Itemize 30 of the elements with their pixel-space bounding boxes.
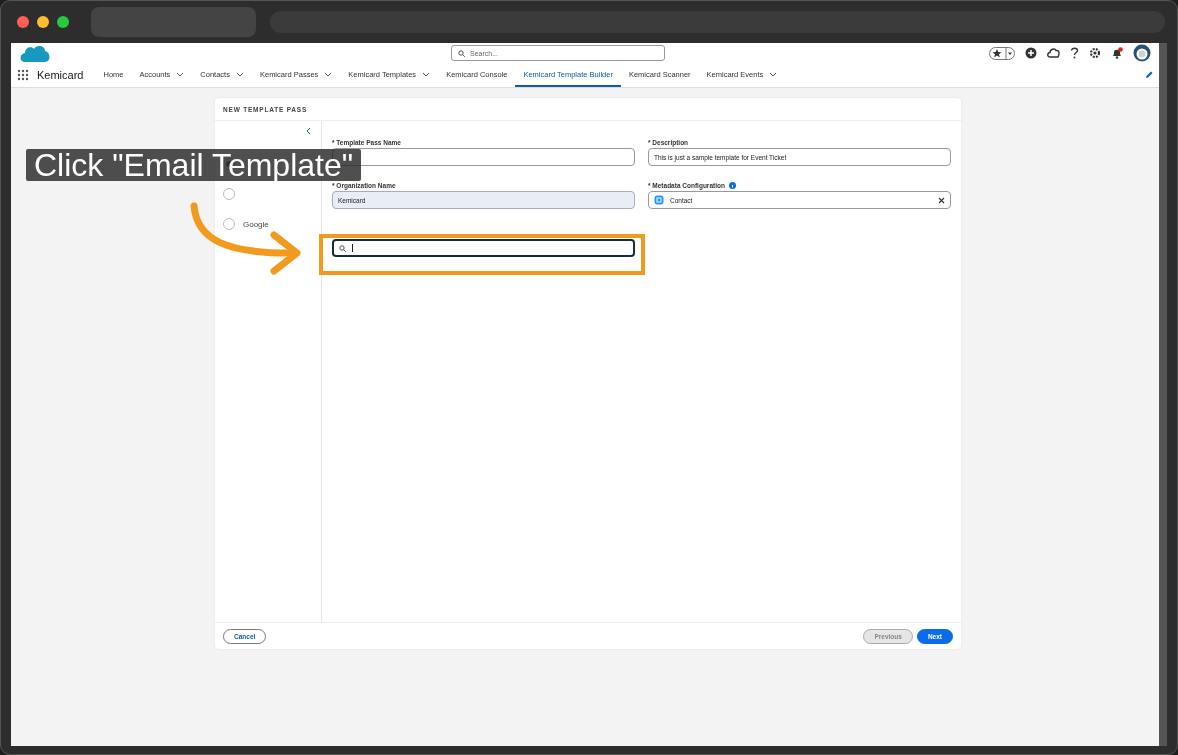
edit-icon[interactable] <box>1145 71 1153 79</box>
scrollbar[interactable] <box>1159 43 1167 746</box>
radio-button[interactable] <box>223 188 235 200</box>
zoom-button[interactable] <box>57 16 69 28</box>
app-launcher-icon[interactable] <box>17 69 29 81</box>
collapse-chevron-icon[interactable] <box>306 127 311 135</box>
cloud-icon[interactable] <box>1047 47 1060 59</box>
favorites-icon[interactable] <box>989 46 1015 60</box>
step-label[interactable]: Google <box>243 219 269 229</box>
avatar-icon[interactable] <box>1133 44 1151 62</box>
search-field[interactable] <box>332 239 635 257</box>
radio-button[interactable] <box>223 218 235 230</box>
clear-icon[interactable] <box>938 196 945 204</box>
search-icon <box>339 244 346 252</box>
record-icon <box>654 195 664 205</box>
chevron-down-icon[interactable] <box>769 71 778 77</box>
minimize-button[interactable] <box>37 16 49 28</box>
instruction-tooltip: Click "Email Template" <box>26 149 362 181</box>
help-icon[interactable] <box>1070 47 1079 59</box>
chevron-down-icon[interactable] <box>422 71 431 77</box>
app-name: Kemicard <box>37 69 84 81</box>
search-icon <box>458 49 465 57</box>
bell-icon[interactable] <box>1111 47 1123 59</box>
chevron-down-icon[interactable] <box>235 71 244 77</box>
cloud-logo <box>19 44 51 62</box>
close-button[interactable] <box>17 16 29 28</box>
plus-icon[interactable] <box>1025 47 1037 59</box>
chevron-down-icon[interactable] <box>324 71 333 77</box>
chevron-down-icon[interactable] <box>176 71 185 77</box>
settings-icon[interactable] <box>1089 47 1101 59</box>
